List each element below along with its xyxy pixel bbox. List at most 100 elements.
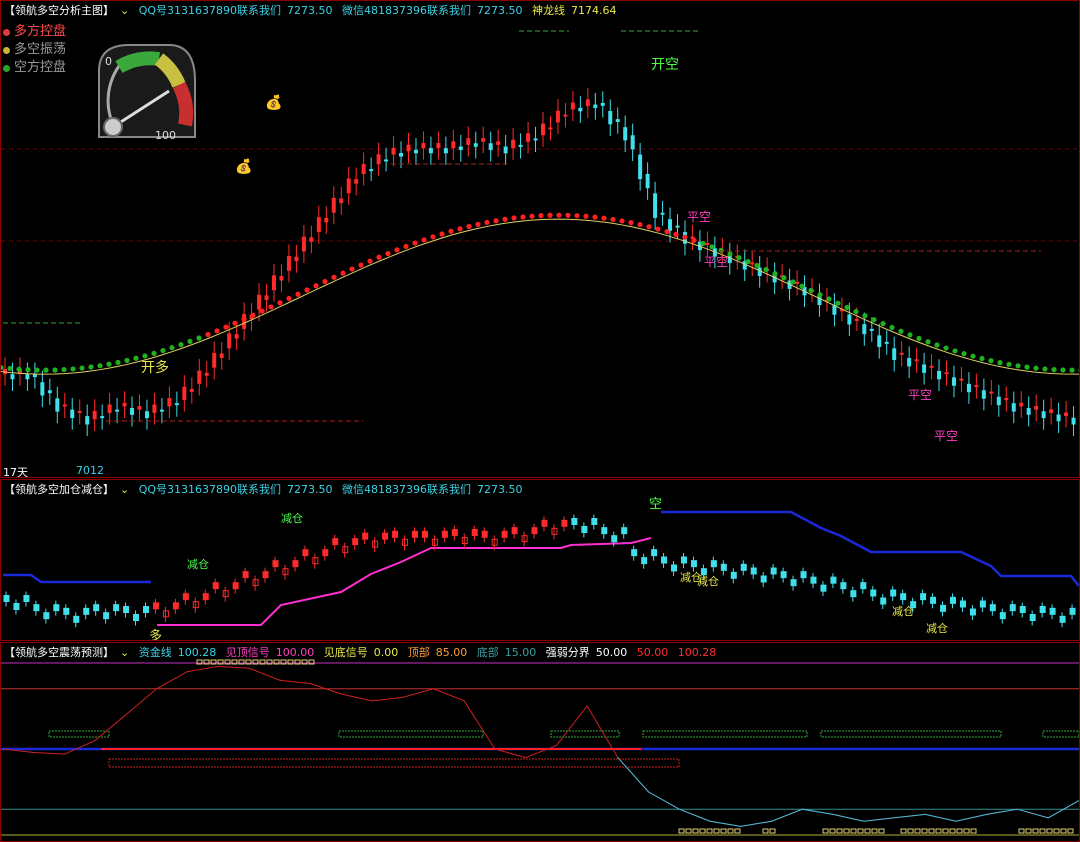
candle-body <box>159 409 164 412</box>
main-chart-panel[interactable]: 【领航多空分析主图】 ⌄ QQ号3131637890联系我们 7273.50 微信4… <box>0 0 1080 478</box>
candle-body <box>951 377 956 386</box>
shenlong-dot <box>52 367 58 373</box>
oscillation-chart[interactable] <box>1 643 1080 842</box>
candle-body <box>55 398 60 412</box>
candle-body <box>197 370 202 384</box>
chevron-down-icon[interactable]: ⌄ <box>120 4 129 17</box>
candle-body <box>182 386 187 400</box>
shenlong-dot <box>637 221 643 228</box>
candle-body <box>720 563 727 571</box>
chevron-down-icon[interactable]: ⌄ <box>120 483 129 496</box>
candle-body <box>73 615 80 623</box>
candle-body <box>877 335 882 348</box>
legend-item-long: 多方控盘 <box>3 23 66 41</box>
top-signal-label: 见顶信号 <box>225 646 270 659</box>
candle-body <box>795 281 800 284</box>
candle-body <box>1029 614 1036 621</box>
candle-body <box>369 169 374 172</box>
red-dot-icon <box>3 28 10 36</box>
label-reduce-5: 减仓 <box>892 605 914 618</box>
shenlong-dot <box>925 339 931 345</box>
candle-body <box>346 178 351 194</box>
qq-value: 7273.50 <box>287 4 333 17</box>
candle-body <box>854 318 859 321</box>
qq-value: 7273.50 <box>287 483 333 496</box>
candle-body <box>920 593 927 601</box>
candle-body <box>621 527 628 535</box>
label-long: 多 <box>149 629 163 641</box>
chevron-down-icon[interactable]: ⌄ <box>120 646 129 659</box>
bull-hatch-bar <box>338 730 484 738</box>
candle-body <box>940 604 947 612</box>
shenlong-dot <box>448 228 454 234</box>
candle-body <box>780 571 787 579</box>
candle-body <box>130 408 135 415</box>
shenlong-dot <box>952 348 958 354</box>
shenlong-dot <box>493 218 499 224</box>
candle-body <box>944 372 949 375</box>
candle-body <box>1009 604 1016 612</box>
bottom-signal-value: 0.00 <box>373 646 399 659</box>
bottom-signal-marker <box>850 828 857 834</box>
candle-body <box>585 99 590 107</box>
shenlong-dot <box>646 224 652 230</box>
shenlong-dot <box>169 345 175 351</box>
bottom-signal-marker <box>878 828 885 834</box>
candle-body <box>332 538 339 546</box>
candle-body <box>578 107 583 112</box>
oscillation-panel[interactable]: 【领航多空震荡预测】 ⌄ 资金线 100.28 见顶信号 100.00 见底信号 0.0… <box>0 642 1080 842</box>
candle-body <box>880 597 887 605</box>
candle-body <box>100 416 105 419</box>
candle-body <box>32 374 37 378</box>
candle-body <box>974 385 979 388</box>
candle-body <box>884 341 889 344</box>
shenlong-dot <box>745 258 751 265</box>
footer-price: 7012 <box>76 464 104 477</box>
bottom-signal-label: 见底信号 <box>323 646 368 659</box>
candle-body <box>406 144 411 152</box>
shenlong-dot <box>502 216 508 222</box>
shenlong-dot <box>682 234 688 240</box>
shenlong-dot <box>160 348 166 354</box>
candle-body <box>384 159 389 162</box>
candle-body <box>981 390 986 399</box>
candle-body <box>352 538 359 546</box>
candle-body <box>202 593 209 601</box>
candle-body <box>382 532 389 540</box>
shenlong-label: 神龙线 <box>532 4 566 17</box>
shenlong-dot <box>808 287 814 294</box>
shenlong-dot <box>16 366 22 372</box>
candle-body <box>252 579 259 587</box>
shenlong-dot <box>619 218 625 224</box>
candle-body <box>172 602 179 610</box>
candle-body <box>421 142 426 149</box>
candle-body <box>152 602 159 610</box>
candle-body <box>979 600 986 608</box>
candle-body <box>892 348 897 360</box>
candle-body <box>391 147 396 155</box>
shenlong-dot <box>898 328 904 334</box>
qq-label: QQ号3131637890联系我们 <box>138 4 282 17</box>
candle-body <box>83 607 90 615</box>
candle-body <box>1041 411 1046 419</box>
candle-body <box>411 530 418 538</box>
shenlong-dot <box>25 367 31 373</box>
shenlong-dot <box>790 279 796 285</box>
bottom-signal-marker <box>1018 828 1025 834</box>
candle-body <box>601 527 608 535</box>
candle-body <box>309 237 314 242</box>
shenlong-dot <box>583 213 589 219</box>
position-panel[interactable]: 【领航多空加仓减仓】 ⌄ QQ号3131637890联系我们 7273.50 微信4… <box>0 479 1080 641</box>
bottom-signal-marker <box>769 828 776 834</box>
shenlong-dot <box>115 359 121 366</box>
position-chart[interactable] <box>1 480 1080 641</box>
candle-body <box>760 575 767 583</box>
shenlong-dot <box>70 366 76 372</box>
bottom-signal-marker <box>762 828 769 834</box>
candle-body <box>279 275 284 281</box>
candle-body <box>219 353 224 358</box>
candle-body <box>645 173 650 189</box>
candle-body <box>501 530 508 538</box>
candle-body <box>563 114 568 117</box>
bottom-signal-marker <box>685 828 692 834</box>
